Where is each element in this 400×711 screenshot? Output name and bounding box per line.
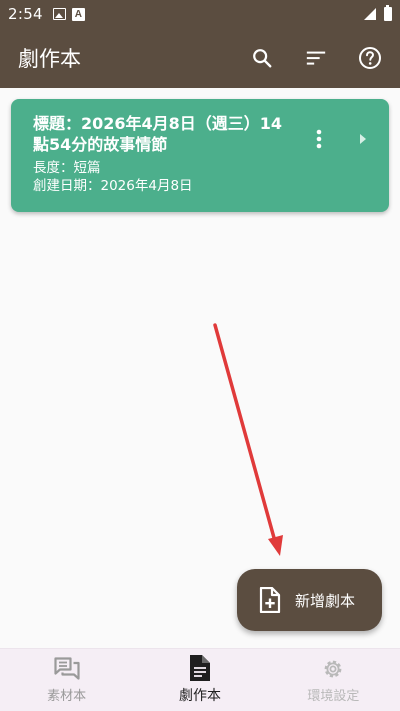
nav-label: 環境設定	[307, 688, 360, 704]
new-script-label: 新增劇本	[295, 591, 356, 610]
battery-icon	[384, 5, 392, 21]
status-bar: 2:54 A	[0, 0, 400, 28]
sort-icon	[306, 51, 326, 65]
nav-item-settings[interactable]: 環境設定	[267, 649, 400, 711]
a-icon: A	[71, 7, 85, 21]
new-file-icon	[259, 587, 281, 613]
script-card-created-date: 創建日期：2026年4月8日	[33, 178, 193, 194]
more-vert-icon	[316, 129, 322, 149]
script-card-title: 標題：2026年4月8日（週三）14點54分的故事情節	[33, 114, 283, 154]
bottom-navigation: 素材本 劇作本 環境設定	[0, 648, 400, 711]
chevron-right-icon	[360, 134, 366, 144]
status-time: 2:54	[8, 5, 43, 23]
nav-label: 素材本	[47, 688, 87, 704]
new-script-button[interactable]: 新增劇本	[237, 569, 382, 631]
script-card-length: 長度：短篇	[33, 160, 101, 176]
app-bar-actions	[250, 46, 382, 70]
chat-icon	[54, 656, 80, 680]
gear-icon	[324, 660, 342, 677]
script-card[interactable]: 標題：2026年4月8日（週三）14點54分的故事情節 長度：短篇 創建日期：2…	[11, 99, 389, 212]
search-button[interactable]	[250, 46, 274, 70]
more-options-button[interactable]	[307, 127, 331, 151]
signal-icon	[364, 8, 376, 20]
nav-label: 劇作本	[178, 688, 221, 704]
page-title: 劇作本	[18, 47, 81, 71]
help-button[interactable]	[358, 46, 382, 70]
sort-button[interactable]	[304, 46, 328, 70]
image-icon	[52, 8, 66, 20]
nav-item-materials[interactable]: 素材本	[0, 649, 133, 711]
app-bar: 劇作本	[0, 28, 400, 88]
search-icon	[253, 49, 272, 68]
nav-item-scripts[interactable]: 劇作本	[133, 649, 266, 711]
expand-button[interactable]	[353, 129, 373, 149]
help-icon	[359, 47, 381, 69]
document-icon	[189, 655, 210, 681]
status-notification-icons: A	[52, 7, 85, 21]
status-system-icons	[364, 5, 392, 21]
